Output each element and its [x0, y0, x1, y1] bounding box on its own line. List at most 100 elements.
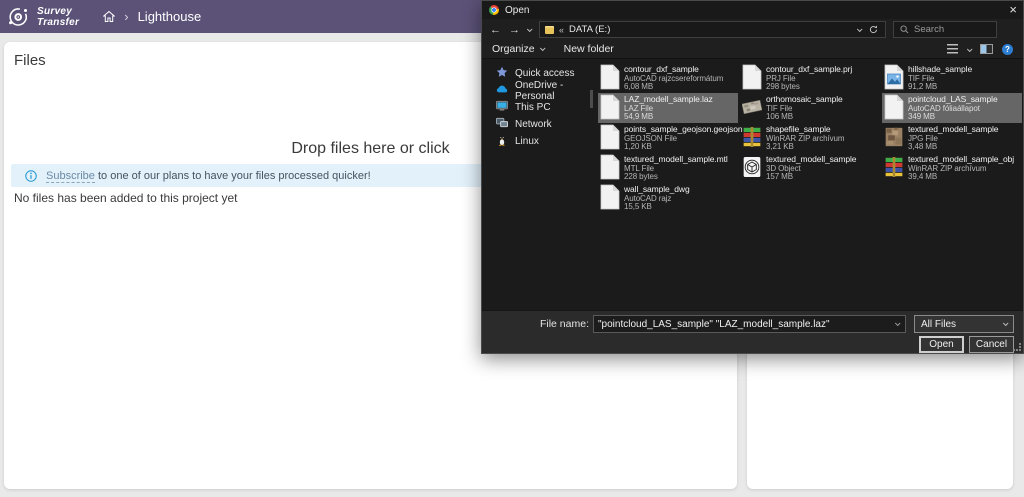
brand-text: Survey Transfer — [37, 6, 79, 28]
file-name-dropdown-icon[interactable] — [895, 320, 901, 326]
thumb-brown-file-icon — [884, 124, 904, 150]
navigation-pane: Quick accessOneDrive - PersonalThis PC Ne… — [482, 60, 594, 310]
file-item[interactable]: contour_dxf_sampleAutoCAD rajzcsereformá… — [598, 63, 738, 93]
new-folder-button[interactable]: New folder — [554, 40, 624, 58]
view-dropdown-icon[interactable] — [967, 43, 971, 55]
file-size: 91,2 MB — [908, 83, 972, 92]
file-size: 3,21 KB — [766, 143, 844, 152]
file-item[interactable]: textured_modell_sample3D Object157 MB — [740, 153, 880, 183]
sidebar-item-label: Linux — [515, 136, 539, 147]
back-icon[interactable]: ← — [486, 24, 505, 36]
breadcrumb-overflow-icon[interactable]: « — [559, 25, 564, 35]
doc-file-icon — [600, 184, 620, 210]
address-dropdown-icon[interactable] — [857, 24, 861, 35]
doc-file-icon — [600, 64, 620, 90]
surveytransfer-logo-icon — [6, 4, 32, 30]
page-title: Files — [14, 52, 46, 69]
dialog-body: Quick accessOneDrive - PersonalThis PC Ne… — [482, 60, 1023, 310]
address-bar[interactable]: « DATA (E:) — [539, 21, 886, 38]
sidebar-item-onedrive-personal[interactable]: OneDrive - Personal — [482, 82, 594, 99]
penguin-icon — [496, 134, 508, 149]
address-location[interactable]: DATA (E:) — [569, 24, 852, 35]
dialog-footer: File name: All Files Open Cancel — [482, 310, 1023, 353]
file-size: 15,5 KB — [624, 203, 690, 212]
file-column: contour_dxf_sample.prjPRJ File298 byteso… — [740, 63, 882, 183]
search-input[interactable] — [914, 24, 984, 35]
organize-button[interactable]: Organize — [482, 40, 554, 58]
file-column: contour_dxf_sampleAutoCAD rajzcsereformá… — [598, 63, 740, 213]
file-column: hillshade_sampleTIF File91,2 MBpointclou… — [882, 63, 1024, 183]
forward-icon[interactable]: → — [505, 24, 524, 36]
file-size: 298 bytes — [766, 83, 852, 92]
app-logo[interactable]: Survey Transfer — [0, 4, 89, 30]
preview-pane-icon[interactable] — [980, 44, 993, 54]
winrar-file-icon — [742, 124, 762, 150]
sidebar-item-linux[interactable]: Linux — [482, 133, 594, 150]
cancel-button[interactable]: Cancel — [969, 336, 1014, 353]
doc-file-icon — [600, 124, 620, 150]
file-item[interactable]: contour_dxf_sample.prjPRJ File298 bytes — [740, 63, 880, 93]
file-size: 39,4 MB — [908, 173, 1014, 182]
breadcrumb-separator: › — [124, 9, 128, 24]
search-icon — [900, 25, 909, 34]
dialog-toolbar: Organize New folder ? — [482, 40, 1023, 59]
file-size: 1,20 KB — [624, 143, 743, 152]
file-item[interactable]: wall_sample_dwgAutoCAD rajz15,5 KB — [598, 183, 738, 213]
breadcrumb: › Lighthouse — [103, 9, 201, 24]
pc-icon — [496, 100, 508, 115]
file-size: 6,08 MB — [624, 83, 723, 92]
file-item[interactable]: points_sample_geojson.geojsonGEOJSON Fil… — [598, 123, 738, 153]
file-item[interactable]: textured_modell_sample.mtlMTL File228 by… — [598, 153, 738, 183]
thumb-gray-file-icon — [742, 94, 762, 120]
sidebar-item-this-pc[interactable]: This PC — [482, 99, 594, 116]
doc-file-icon — [600, 154, 620, 180]
breadcrumb-project[interactable]: Lighthouse — [138, 9, 202, 24]
file-name-combo — [593, 315, 906, 333]
file-name-input[interactable] — [594, 319, 895, 330]
empty-files-message: No files has been added to this project … — [14, 191, 237, 205]
sidebar-item-label: Quick access — [515, 68, 574, 79]
sidebar-item-label: Network — [515, 119, 552, 130]
network-icon — [496, 117, 508, 132]
file-type-select[interactable]: All Files — [914, 315, 1014, 333]
doc-file-icon — [742, 64, 762, 90]
help-icon[interactable]: ? — [1002, 44, 1013, 55]
sidebar-item-label: OneDrive - Personal — [515, 80, 594, 102]
file-size: 349 MB — [908, 113, 998, 122]
notice-text: to one of our plans to have your files p… — [98, 170, 371, 182]
info-icon — [25, 170, 37, 182]
file-size: 106 MB — [766, 113, 843, 122]
recent-locations-icon[interactable] — [524, 24, 534, 35]
file-item[interactable]: pointcloud_LAS_sampleAutoCAD fóliaállapo… — [882, 93, 1022, 123]
file-item[interactable]: shapefile_sampleWinRAR ZIP archívum3,21 … — [740, 123, 880, 153]
open-button[interactable]: Open — [919, 336, 964, 353]
file-item[interactable]: textured_modell_sampleJPG File3,48 MB — [882, 123, 1022, 153]
dialog-navbar: ← → ↑ « DATA (E:) — [482, 19, 1023, 40]
file-item[interactable]: LAZ_modell_sample.lazLAZ File54,9 MB — [598, 93, 738, 123]
refresh-icon[interactable] — [869, 25, 878, 34]
dialog-titlebar[interactable]: Open × — [482, 1, 1023, 19]
open-file-dialog: Open × ← → ↑ « DATA (E:) — [481, 0, 1024, 354]
file-size: 3,48 MB — [908, 143, 998, 152]
search-box[interactable] — [893, 21, 997, 38]
folder-icon — [545, 26, 554, 34]
subscribe-link[interactable]: Subscribe — [46, 170, 95, 183]
file-item[interactable]: orthomosaic_sampleTIF File106 MB — [740, 93, 880, 123]
file-list: contour_dxf_sampleAutoCAD rajzcsereformá… — [594, 60, 1024, 310]
sidebar-scrollbar[interactable] — [590, 90, 593, 108]
file-name-label: File name: — [482, 318, 589, 330]
image-file-icon — [884, 64, 904, 90]
home-icon[interactable] — [103, 11, 115, 22]
sidebar-item-label: This PC — [515, 102, 551, 113]
doc-file-icon — [600, 94, 620, 120]
chrome-icon — [489, 5, 499, 15]
sidebar-item-network[interactable]: Network — [482, 116, 594, 133]
change-view-icon[interactable] — [947, 44, 958, 54]
star-icon — [496, 66, 508, 81]
cube-file-icon — [742, 154, 762, 180]
file-item[interactable]: hillshade_sampleTIF File91,2 MB — [882, 63, 1022, 93]
file-item[interactable]: textured_modell_sample_objWinRAR ZIP arc… — [882, 153, 1022, 183]
winrar-file-icon — [884, 154, 904, 180]
close-icon[interactable]: × — [1009, 2, 1017, 18]
resize-grip[interactable] — [1013, 343, 1021, 351]
